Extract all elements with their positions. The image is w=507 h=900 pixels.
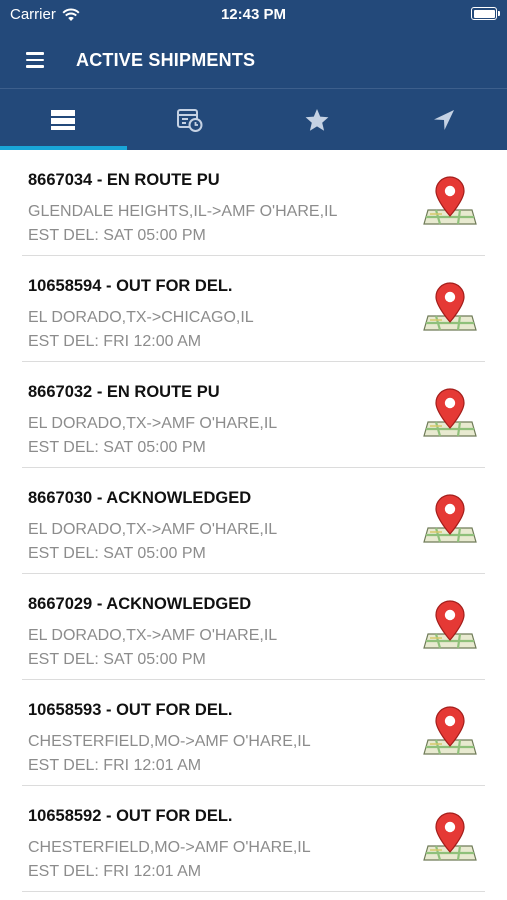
tab-favorites[interactable] xyxy=(254,89,381,151)
map-pin-icon[interactable] xyxy=(422,388,478,440)
battery-icon xyxy=(471,7,500,20)
shipment-est-delivery: EST DEL: SAT 05:00 PM xyxy=(28,227,206,244)
shipment-est-delivery: EST DEL: SAT 05:00 PM xyxy=(28,651,206,668)
star-icon xyxy=(305,109,329,131)
tab-list[interactable] xyxy=(0,89,127,151)
shipment-row[interactable]: 8667032 - EN ROUTE PU EL DORADO,TX->AMF … xyxy=(0,362,507,468)
map-pin-icon[interactable] xyxy=(422,600,478,652)
shipment-title: 8667029 - ACKNOWLEDGED xyxy=(28,595,252,613)
map-pin-icon[interactable] xyxy=(422,282,478,334)
shipment-title: 10658594 - OUT FOR DEL. xyxy=(28,277,233,295)
navigation-arrow-icon xyxy=(433,110,454,130)
map-pin-icon[interactable] xyxy=(422,176,478,228)
map-pin-icon[interactable] xyxy=(422,812,478,864)
map-pin-icon[interactable] xyxy=(422,706,478,758)
shipment-title: 8667034 - EN ROUTE PU xyxy=(28,171,220,189)
hamburger-menu-icon[interactable] xyxy=(26,52,50,70)
shipment-est-delivery: EST DEL: FRI 12:00 AM xyxy=(28,333,202,350)
shipment-row[interactable]: 8667034 - EN ROUTE PU GLENDALE HEIGHTS,I… xyxy=(0,150,507,256)
page-title: ACTIVE SHIPMENTS xyxy=(76,50,256,70)
shipment-route: EL DORADO,TX->CHICAGO,IL xyxy=(28,309,254,326)
shipment-route: CHESTERFIELD,MO->AMF O'HARE,IL xyxy=(28,839,311,856)
tab-schedule[interactable] xyxy=(127,89,254,151)
shipment-row[interactable]: 10658593 - OUT FOR DEL. CHESTERFIELD,MO-… xyxy=(0,680,507,786)
calendar-clock-icon xyxy=(177,109,203,132)
status-bar: Carrier 12:43 PM xyxy=(0,0,507,28)
shipment-route: EL DORADO,TX->AMF O'HARE,IL xyxy=(28,627,278,644)
shipment-row[interactable]: 8667029 - ACKNOWLEDGED EL DORADO,TX->AMF… xyxy=(0,574,507,680)
shipment-row[interactable]: 8667030 - ACKNOWLEDGED EL DORADO,TX->AMF… xyxy=(0,468,507,574)
shipment-est-delivery: EST DEL: FRI 12:01 AM xyxy=(28,757,202,774)
shipment-title: 10658592 - OUT FOR DEL. xyxy=(28,807,233,825)
shipment-route: EL DORADO,TX->AMF O'HARE,IL xyxy=(28,415,278,432)
shipment-est-delivery: EST DEL: SAT 05:00 PM xyxy=(28,545,206,562)
shipment-route: CHESTERFIELD,MO->AMF O'HARE,IL xyxy=(28,733,311,750)
tab-navigation[interactable] xyxy=(380,89,507,151)
map-pin-icon[interactable] xyxy=(422,494,478,546)
tab-bar xyxy=(0,88,507,150)
row-divider xyxy=(22,891,485,892)
shipment-est-delivery: EST DEL: SAT 05:00 PM xyxy=(28,439,206,456)
shipment-route: GLENDALE HEIGHTS,IL->AMF O'HARE,IL xyxy=(28,203,338,220)
navigation-bar: ACTIVE SHIPMENTS xyxy=(0,36,507,84)
shipment-title: 8667030 - ACKNOWLEDGED xyxy=(28,489,252,507)
list-icon xyxy=(51,110,76,130)
shipment-est-delivery: EST DEL: FRI 12:01 AM xyxy=(28,863,202,880)
app-header: Carrier 12:43 PM ACTIVE SHIPMENTS xyxy=(0,0,507,88)
shipment-title: 8667032 - EN ROUTE PU xyxy=(28,383,220,401)
shipment-route: EL DORADO,TX->AMF O'HARE,IL xyxy=(28,521,278,538)
shipment-row[interactable]: 10658592 - OUT FOR DEL. CHESTERFIELD,MO-… xyxy=(0,786,507,892)
clock: 12:43 PM xyxy=(220,6,287,23)
shipment-row[interactable]: 10658594 - OUT FOR DEL. EL DORADO,TX->CH… xyxy=(0,256,507,362)
shipment-title: 10658593 - OUT FOR DEL. xyxy=(28,701,233,719)
